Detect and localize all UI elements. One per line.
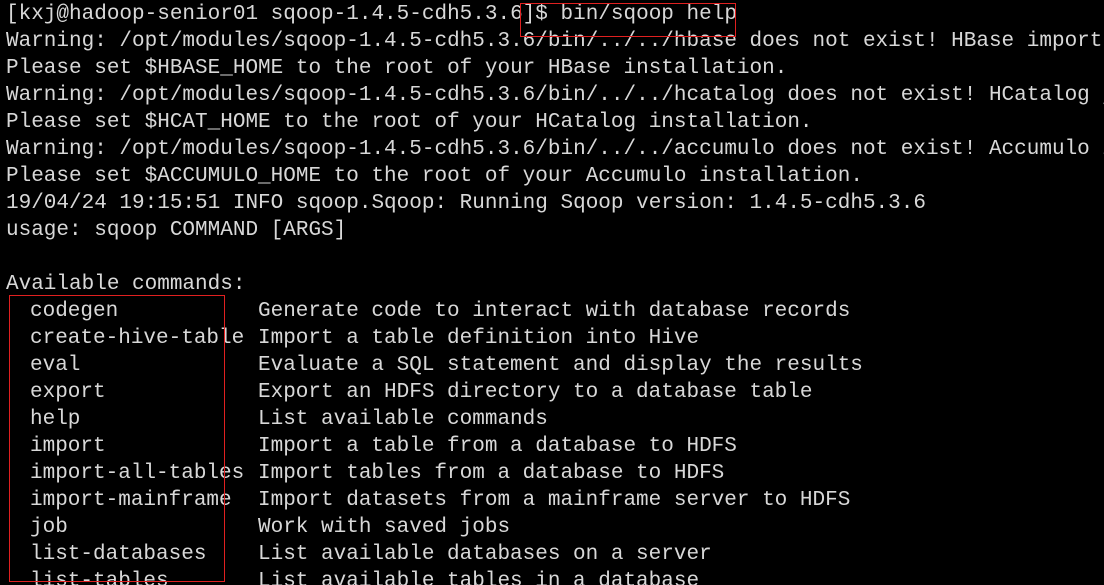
commands-heading: Available commands: xyxy=(6,273,246,296)
command-description: List available databases on a server xyxy=(258,543,712,566)
command-name: export xyxy=(30,381,106,404)
command-name: import xyxy=(30,435,106,458)
command-description: List available commands xyxy=(258,408,548,431)
terminal-window[interactable]: [kxj@hadoop-senior01 sqoop-1.4.5-cdh5.3.… xyxy=(0,0,1104,585)
prompt-line: [kxj@hadoop-senior01 sqoop-1.4.5-cdh5.3.… xyxy=(6,1,737,28)
command-name: eval xyxy=(30,354,81,377)
output-line: Warning: /opt/modules/sqoop-1.4.5-cdh5.3… xyxy=(6,30,1104,53)
output-line: usage: sqoop COMMAND [ARGS] xyxy=(6,219,347,242)
command-name: list-tables xyxy=(30,570,169,585)
command-description: Work with saved jobs xyxy=(258,516,511,539)
command-description: Import datasets from a mainframe server … xyxy=(258,489,851,512)
command-description: Evaluate a SQL statement and display the… xyxy=(258,354,863,377)
output-line: Please set $HCAT_HOME to the root of you… xyxy=(6,111,813,134)
command-description: Export an HDFS directory to a database t… xyxy=(258,381,813,404)
command-name: list-databases xyxy=(30,543,207,566)
shell-prompt: [kxj@hadoop-senior01 sqoop-1.4.5-cdh5.3.… xyxy=(6,3,548,26)
entered-command: bin/sqoop help xyxy=(547,3,737,26)
command-description: List available tables in a database xyxy=(258,570,700,585)
output-line: Please set $HBASE_HOME to the root of yo… xyxy=(6,57,788,80)
output-line: 19/04/24 19:15:51 INFO sqoop.Sqoop: Runn… xyxy=(6,192,926,215)
command-description: Import tables from a database to HDFS xyxy=(258,462,725,485)
command-name: job xyxy=(30,516,68,539)
command-name: import-all-tables xyxy=(30,462,245,485)
output-line: Warning: /opt/modules/sqoop-1.4.5-cdh5.3… xyxy=(6,138,1104,161)
command-name: codegen xyxy=(30,300,119,323)
command-description: Import a table definition into Hive xyxy=(258,327,700,350)
command-description: Generate code to interact with database … xyxy=(258,300,851,323)
command-description: Import a table from a database to HDFS xyxy=(258,435,737,458)
command-name: help xyxy=(30,408,81,431)
command-name: import-mainframe xyxy=(30,489,232,512)
output-line: Warning: /opt/modules/sqoop-1.4.5-cdh5.3… xyxy=(6,84,1104,107)
output-line: Please set $ACCUMULO_HOME to the root of… xyxy=(6,165,863,188)
command-name: create-hive-table xyxy=(30,327,245,350)
